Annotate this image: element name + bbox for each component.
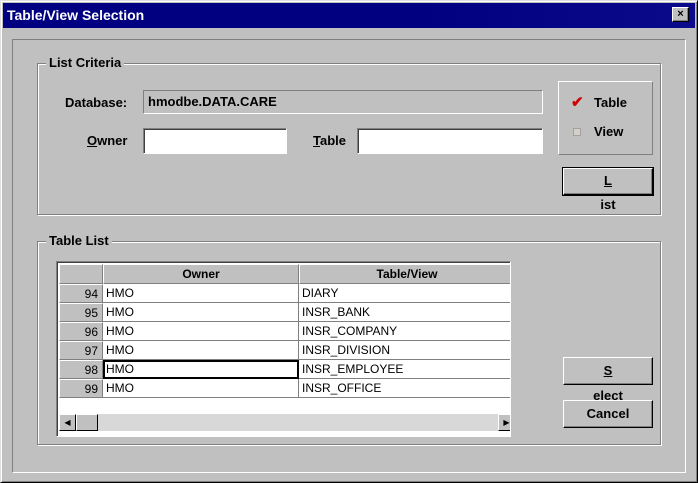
column-header-table-view[interactable]: Table/View <box>299 264 510 284</box>
owner-input[interactable] <box>144 129 286 153</box>
window-title: Table/View Selection <box>7 7 145 23</box>
horizontal-scrollbar[interactable]: ◀ ▶ <box>59 414 510 431</box>
horizontal-scroll-thumb[interactable] <box>76 414 98 431</box>
title-bar[interactable]: Table/View Selection × <box>3 3 695 28</box>
owner-cell[interactable]: HMO <box>103 379 299 398</box>
row-number[interactable]: 96 <box>59 322 103 341</box>
table-label-rest: able <box>319 133 346 148</box>
scroll-left-icon[interactable]: ◀ <box>59 414 76 431</box>
table-view-cell[interactable]: DIARY <box>299 284 510 303</box>
list-button-rest: ist <box>600 197 616 212</box>
row-number[interactable]: 97 <box>59 341 103 360</box>
database-value-text: hmodbe.DATA.CARE <box>148 94 277 109</box>
owner-label-rest: wner <box>97 133 128 148</box>
table-list-legend: Table List <box>46 233 112 248</box>
table-checkbox[interactable]: ✔ <box>571 94 584 111</box>
database-value: hmodbe.DATA.CARE <box>143 90 543 114</box>
table-label-accel: T <box>313 133 320 148</box>
list-button[interactable]: List <box>562 167 654 212</box>
close-icon[interactable]: × <box>672 7 689 22</box>
table-input-frame <box>357 128 543 154</box>
list-button-accel: L <box>604 173 612 188</box>
object-type-box: ✔ Table View <box>558 81 653 155</box>
table-option-label: Table <box>594 95 627 110</box>
owner-input-frame <box>143 128 287 154</box>
unchecked-box-icon <box>573 128 581 136</box>
dialog-window: Table/View Selection × List Criteria Dat… <box>0 0 698 483</box>
list-criteria-legend: List Criteria <box>46 55 125 70</box>
cancel-button[interactable]: Cancel <box>563 400 653 428</box>
table-view-cell[interactable]: INSR_DIVISION <box>299 341 510 360</box>
row-number[interactable]: 94 <box>59 284 103 303</box>
owner-cell[interactable]: HMO <box>103 322 299 341</box>
owner-cell-focused[interactable]: HMO <box>103 360 299 379</box>
table-view-cell[interactable]: INSR_EMPLOYEE <box>299 360 510 379</box>
table-input[interactable] <box>358 129 542 153</box>
column-header-owner[interactable]: Owner <box>103 264 299 284</box>
owner-cell[interactable]: HMO <box>103 341 299 360</box>
owner-label: Owner <box>87 133 127 148</box>
table-label: Table <box>313 133 346 148</box>
table-view-cell[interactable]: INSR_OFFICE <box>299 379 510 398</box>
view-option-label: View <box>594 124 624 139</box>
select-button-accel: S <box>603 363 613 378</box>
table-option[interactable]: ✔ Table <box>571 94 627 111</box>
table-view-cell[interactable]: INSR_COMPANY <box>299 322 510 341</box>
row-number[interactable]: 99 <box>59 379 103 398</box>
check-icon: ✔ <box>571 94 584 111</box>
row-number[interactable]: 98 <box>59 360 103 379</box>
scroll-right-icon[interactable]: ▶ <box>498 414 510 431</box>
database-label: Database: <box>65 95 128 110</box>
owner-cell[interactable]: HMO <box>103 303 299 322</box>
table-view-cell[interactable]: INSR_BANK <box>299 303 510 322</box>
table-list-grid[interactable]: Owner Table/View 94 HMO DIARY 95 HMO INS… <box>56 261 511 437</box>
owner-cell[interactable]: HMO <box>103 284 299 303</box>
owner-label-accel: O <box>87 133 98 148</box>
view-checkbox[interactable] <box>571 125 584 138</box>
grid-corner-header[interactable] <box>59 264 103 284</box>
view-option[interactable]: View <box>571 124 623 139</box>
select-button[interactable]: Select <box>563 357 653 403</box>
row-number[interactable]: 95 <box>59 303 103 322</box>
